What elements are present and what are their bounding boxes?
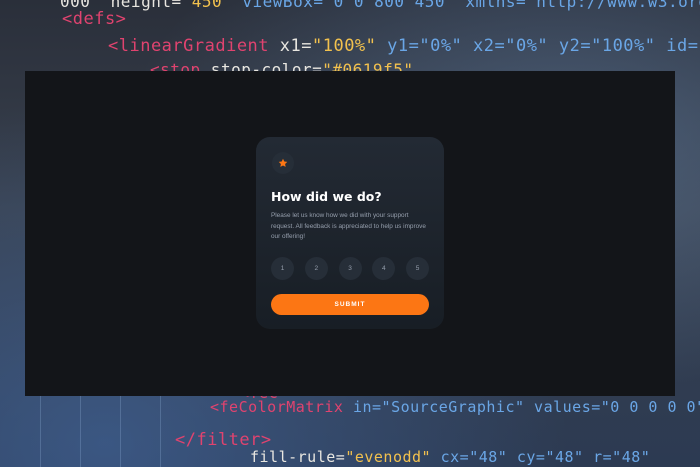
- code-line: </filter>: [175, 430, 272, 450]
- code-attr: x1=: [269, 36, 312, 56]
- code-line: 000" height="450" viewBox="0 0 800 450" …: [60, 0, 700, 11]
- code-tag: <feColorMatrix: [210, 398, 344, 416]
- rating-button-2[interactable]: 2: [304, 257, 328, 280]
- code-string: "450": [181, 0, 233, 11]
- code-attr: fill-rule=: [250, 448, 346, 466]
- code-rest: cx="48" cy="48" r="48": [431, 448, 651, 466]
- star-icon-container: [272, 152, 294, 174]
- rating-button-1[interactable]: 1: [271, 257, 294, 280]
- code-tag: </filter>: [175, 430, 272, 450]
- rating-button-5[interactable]: 5: [406, 257, 429, 280]
- rating-card: How did we do? Please let us know how we…: [256, 137, 444, 329]
- code-line: <linearGradient x1="100%" y1="0%" x2="0%…: [108, 36, 700, 56]
- star-icon: [278, 158, 288, 167]
- code-tag: <linearGradient: [108, 36, 270, 56]
- card-title: How did we do?: [271, 189, 382, 204]
- code-tag: <defs>: [62, 9, 127, 29]
- rating-button-4[interactable]: 4: [372, 257, 396, 280]
- code-string: "100%": [311, 36, 377, 56]
- code-line: <feColorMatrix in="SourceGraphic" values…: [210, 398, 700, 416]
- submit-button[interactable]: SUBMIT: [271, 294, 429, 315]
- code-rest: y1="0%" x2="0%" y2="100%" id="a": [376, 36, 700, 56]
- editor-guide-line: [160, 395, 161, 467]
- code-rest: in="SourceGraphic" values="0 0 0 0 0": [343, 398, 700, 416]
- code-rest: viewBox="0 0 800 450" xmlns="http://www.…: [242, 0, 700, 11]
- editor-guide-line: [80, 395, 81, 467]
- editor-guide-line: [120, 395, 121, 467]
- code-string: "evenodd": [345, 448, 432, 466]
- editor-guide-line: [40, 395, 41, 467]
- card-description: Please let us know how we did with your …: [271, 212, 426, 240]
- code-line: <defs>: [62, 9, 126, 29]
- code-line: fill-rule="evenodd" cx="48" cy="48" r="4…: [250, 448, 650, 466]
- rating-options: 1 2 3 4 5: [271, 257, 429, 280]
- rating-button-3[interactable]: 3: [338, 257, 362, 280]
